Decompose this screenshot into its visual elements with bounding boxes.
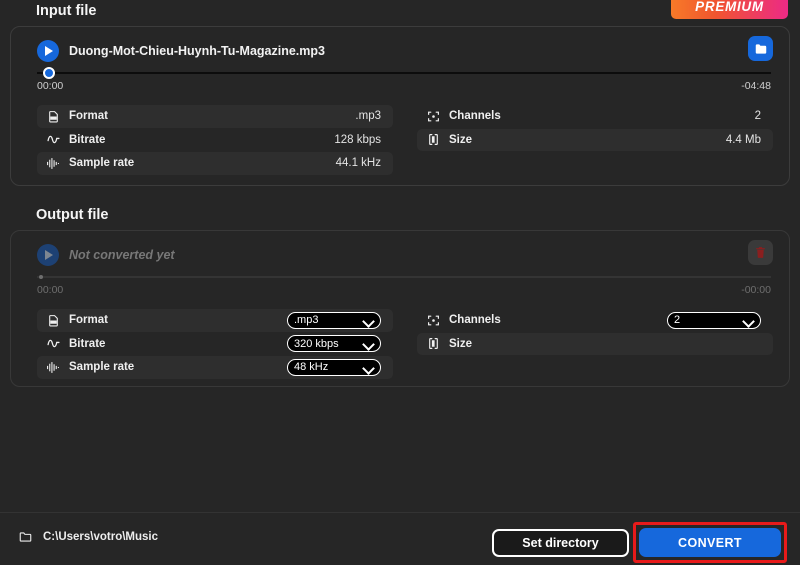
input-row-sample-rate: Sample rate 44.1 kHz bbox=[37, 152, 393, 175]
convert-button-label: CONVERT bbox=[678, 535, 742, 550]
bitrate-select-value: 320 kbps bbox=[294, 337, 339, 350]
format-file-icon bbox=[45, 108, 61, 124]
input-row-bitrate-label: Bitrate bbox=[69, 133, 106, 146]
input-row-channels-value: 2 bbox=[754, 110, 761, 123]
input-file-title: Input file bbox=[36, 3, 97, 19]
channels-select[interactable]: 2 bbox=[667, 311, 761, 329]
output-seek-bar[interactable] bbox=[37, 271, 771, 283]
folder-outline-icon bbox=[18, 530, 33, 544]
output-time-row: 00:00 -00:00 bbox=[37, 284, 771, 296]
bitrate-wave-icon bbox=[45, 132, 61, 148]
input-row-bitrate-value: 128 kbps bbox=[334, 133, 381, 146]
output-row-channels: Channels 2 bbox=[417, 309, 773, 332]
chevron-down-icon bbox=[363, 340, 374, 347]
folder-icon[interactable] bbox=[748, 36, 773, 61]
input-info-columns: Format .mp3 Bitrate 128 kbps Sample rate… bbox=[37, 105, 773, 176]
input-row-format: Format .mp3 bbox=[37, 105, 393, 128]
input-player-header: Duong-Mot-Chieu-Huynh-Tu-Magazine.mp3 bbox=[37, 37, 771, 65]
premium-badge-label: PREMIUM bbox=[695, 0, 764, 14]
input-seek-bar[interactable] bbox=[37, 67, 771, 79]
output-row-sample-rate-label: Sample rate bbox=[69, 361, 135, 374]
output-info-columns: Format .mp3 Bitrate 320 kbps Sample rate… bbox=[37, 309, 773, 380]
input-row-size-value: 4.4 Mb bbox=[725, 133, 761, 146]
output-time-current: 00:00 bbox=[37, 284, 64, 296]
chevron-down-icon bbox=[363, 364, 374, 371]
size-icon bbox=[425, 132, 441, 148]
input-info-left: Format .mp3 Bitrate 128 kbps Sample rate… bbox=[37, 105, 393, 176]
set-directory-button-label: Set directory bbox=[522, 536, 599, 550]
output-row-bitrate: Bitrate 320 kbps bbox=[37, 333, 393, 356]
size-icon bbox=[425, 336, 441, 352]
input-row-channels: Channels 2 bbox=[417, 105, 773, 128]
input-row-bitrate: Bitrate 128 kbps bbox=[37, 129, 393, 152]
input-row-size-label: Size bbox=[449, 133, 473, 146]
input-row-sample-rate-label: Sample rate bbox=[69, 157, 135, 170]
set-directory-button[interactable]: Set directory bbox=[492, 529, 629, 557]
trash-icon[interactable] bbox=[748, 240, 773, 265]
output-row-size-label: Size bbox=[449, 337, 473, 350]
sample-rate-bars-icon bbox=[45, 359, 61, 375]
input-row-sample-rate-value: 44.1 kHz bbox=[335, 157, 381, 170]
output-file-name: Not converted yet bbox=[69, 248, 175, 262]
premium-badge[interactable]: PREMIUM bbox=[671, 0, 788, 19]
audio-converter-window: PREMIUM Input file Duong-Mot-Chieu-Huynh… bbox=[0, 0, 800, 565]
output-row-channels-label: Channels bbox=[449, 314, 501, 327]
bitrate-wave-icon bbox=[45, 336, 61, 352]
sample-rate-bars-icon bbox=[45, 155, 61, 171]
output-directory-path: C:\Users\votro\Music bbox=[43, 531, 159, 543]
input-time-remaining: -04:48 bbox=[741, 80, 771, 92]
format-file-icon bbox=[45, 312, 61, 328]
input-info-right: Channels 2 Size 4.4 Mb bbox=[417, 105, 773, 176]
output-row-sample-rate: Sample rate 48 kHz bbox=[37, 356, 393, 379]
play-icon[interactable] bbox=[37, 40, 59, 62]
input-row-channels-label: Channels bbox=[449, 110, 501, 123]
channels-icon bbox=[425, 108, 441, 124]
output-row-size: Size bbox=[417, 332, 773, 355]
input-time-row: 00:00 -04:48 bbox=[37, 80, 771, 92]
channels-icon bbox=[425, 312, 441, 328]
channels-select-value: 2 bbox=[674, 314, 681, 327]
output-info-right: Channels 2 Size bbox=[417, 309, 773, 380]
input-row-format-value: .mp3 bbox=[355, 110, 381, 123]
convert-button[interactable]: CONVERT bbox=[639, 528, 781, 557]
sample-rate-select[interactable]: 48 kHz bbox=[287, 358, 381, 376]
sample-rate-select-value: 48 kHz bbox=[294, 361, 329, 374]
chevron-down-icon bbox=[363, 317, 374, 324]
output-player-header: Not converted yet bbox=[37, 241, 771, 269]
chevron-down-icon bbox=[743, 317, 754, 324]
format-select[interactable]: .mp3 bbox=[287, 311, 381, 329]
output-time-remaining: -00:00 bbox=[741, 284, 771, 296]
output-row-format-label: Format bbox=[69, 314, 108, 327]
output-directory[interactable]: C:\Users\votro\Music bbox=[18, 530, 158, 544]
input-file-panel: Duong-Mot-Chieu-Huynh-Tu-Magazine.mp3 00… bbox=[10, 26, 790, 186]
output-seek-track[interactable] bbox=[37, 276, 771, 278]
input-file-name: Duong-Mot-Chieu-Huynh-Tu-Magazine.mp3 bbox=[69, 44, 325, 58]
input-row-format-label: Format bbox=[69, 110, 108, 123]
bitrate-select[interactable]: 320 kbps bbox=[287, 335, 381, 353]
input-seek-knob[interactable] bbox=[43, 67, 55, 79]
output-file-title: Output file bbox=[36, 207, 109, 223]
format-select-value: .mp3 bbox=[294, 314, 319, 327]
input-row-size: Size 4.4 Mb bbox=[417, 128, 773, 151]
output-row-bitrate-label: Bitrate bbox=[69, 337, 106, 350]
output-file-panel: Not converted yet 00:00 -00:00 Format .m… bbox=[10, 230, 790, 387]
input-seek-track[interactable] bbox=[37, 72, 771, 74]
output-row-format: Format .mp3 bbox=[37, 309, 393, 332]
output-info-left: Format .mp3 Bitrate 320 kbps Sample rate… bbox=[37, 309, 393, 380]
play-icon[interactable] bbox=[37, 244, 59, 266]
input-time-current: 00:00 bbox=[37, 80, 64, 92]
output-seek-knob[interactable] bbox=[39, 275, 43, 279]
